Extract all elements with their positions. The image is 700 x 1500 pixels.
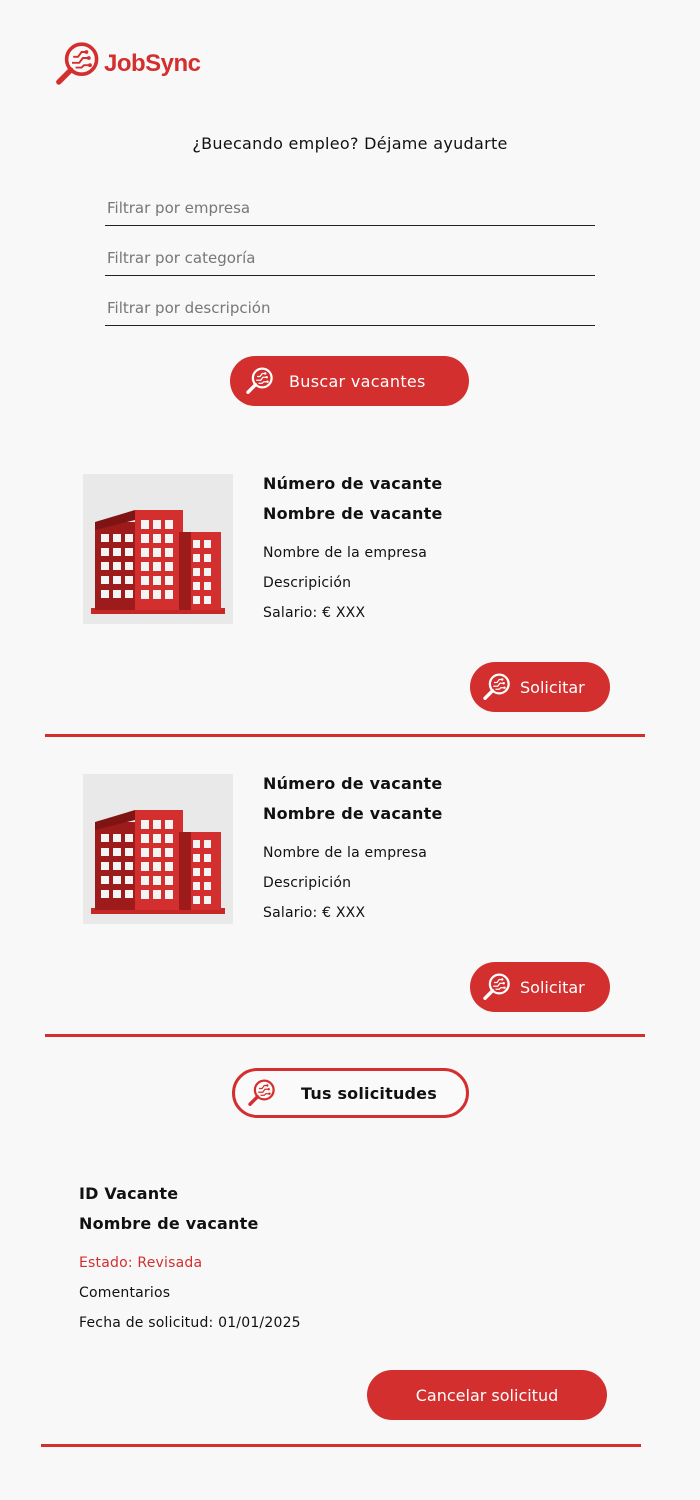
vacancy-number: Número de vacante bbox=[263, 774, 443, 793]
building-icon bbox=[83, 774, 233, 924]
apply-label: Solicitar bbox=[520, 977, 585, 997]
divider bbox=[45, 734, 645, 737]
category-filter-input[interactable] bbox=[105, 240, 595, 275]
apply-label: Solicitar bbox=[520, 677, 585, 697]
your-applications-label: Tus solicitudes bbox=[301, 1083, 437, 1103]
magnifier-circuit-icon bbox=[245, 366, 275, 396]
search-headline: ¿Buecando empleo? Déjame ayudarte bbox=[192, 134, 508, 153]
magnifier-circuit-icon bbox=[482, 672, 512, 702]
vacancy-company: Nombre de la empresa bbox=[263, 545, 428, 561]
vacancy-description: Descripición bbox=[263, 875, 352, 891]
divider bbox=[45, 1034, 645, 1037]
category-filter-field bbox=[105, 240, 595, 276]
description-filter-input[interactable] bbox=[105, 290, 595, 325]
magnifier-circuit-icon bbox=[482, 972, 512, 1002]
description-filter-field bbox=[105, 290, 595, 326]
vacancy-salary: Salario: € XXX bbox=[263, 605, 366, 621]
application-date: Fecha de solicitud: 01/01/2025 bbox=[79, 1315, 301, 1331]
search-vacancies-label: Buscar vacantes bbox=[289, 371, 426, 391]
vacancy-name: Nombre de vacante bbox=[263, 504, 443, 523]
vacancy-number: Número de vacante bbox=[263, 474, 443, 493]
divider bbox=[41, 1444, 641, 1447]
brand-name: JobSync bbox=[104, 50, 201, 77]
search-vacancies-button[interactable]: Buscar vacantes bbox=[230, 356, 469, 406]
vacancy-company: Nombre de la empresa bbox=[263, 845, 428, 861]
application-status: Estado: Revisada bbox=[79, 1255, 203, 1271]
application-vacancy-name: Nombre de vacante bbox=[79, 1214, 259, 1233]
apply-button[interactable]: Solicitar bbox=[470, 962, 610, 1012]
company-filter-input[interactable] bbox=[105, 190, 595, 225]
your-applications-button[interactable]: Tus solicitudes bbox=[232, 1068, 469, 1118]
vacancy-salary: Salario: € XXX bbox=[263, 905, 366, 921]
magnifier-circuit-icon bbox=[247, 1078, 277, 1108]
vacancy-image bbox=[83, 474, 233, 624]
brand-logo[interactable]: JobSync bbox=[54, 38, 201, 90]
application-id: ID Vacante bbox=[79, 1184, 179, 1203]
application-comments: Comentarios bbox=[79, 1285, 171, 1301]
vacancy-name: Nombre de vacante bbox=[263, 804, 443, 823]
apply-button[interactable]: Solicitar bbox=[470, 662, 610, 712]
cancel-application-label: Cancelar solicitud bbox=[415, 1385, 559, 1405]
cancel-application-button[interactable]: Cancelar solicitud bbox=[367, 1370, 607, 1420]
company-filter-field bbox=[105, 190, 595, 226]
vacancy-description: Descripición bbox=[263, 575, 352, 591]
magnifier-circuit-icon bbox=[54, 38, 102, 90]
building-icon bbox=[83, 474, 233, 624]
vacancy-image bbox=[83, 774, 233, 924]
